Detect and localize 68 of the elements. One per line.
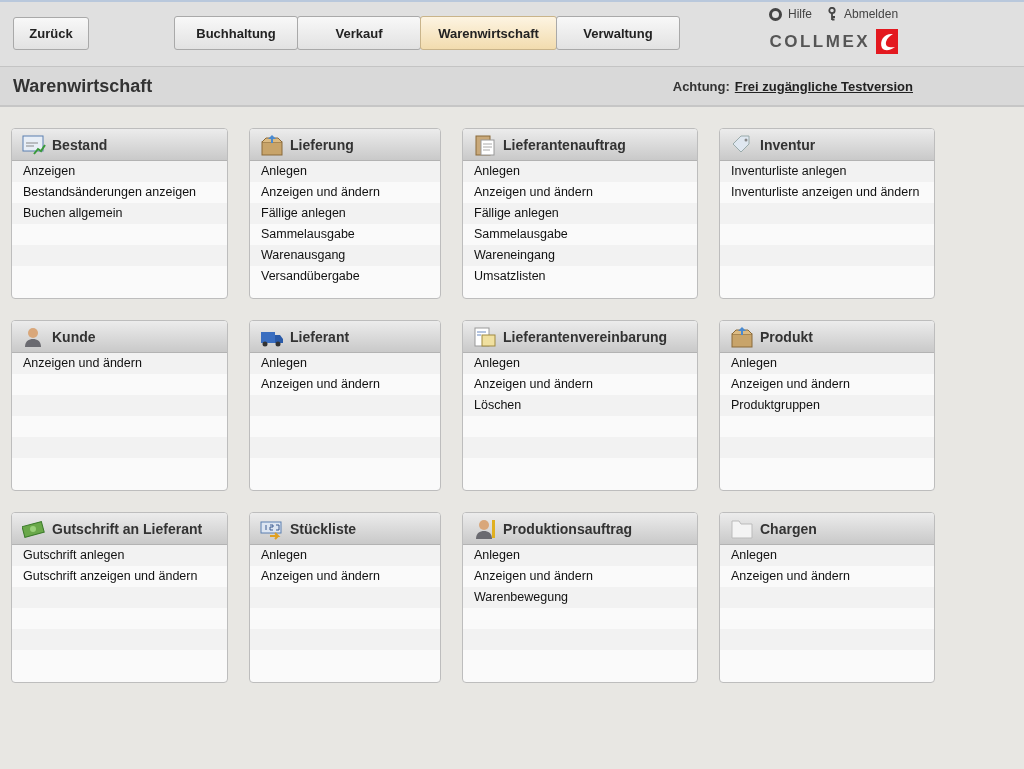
card-title: Stückliste	[290, 520, 357, 537]
chart-document-icon	[22, 133, 46, 156]
menu-link[interactable]: Löschen	[463, 395, 697, 416]
folder-icon	[730, 517, 754, 540]
menu-link[interactable]: Anlegen	[250, 353, 440, 374]
page-title: Warenwirtschaft	[13, 75, 153, 97]
testversion-link[interactable]: Frei zugängliche Testversion	[734, 78, 913, 94]
menu-link[interactable]: Versandübergabe	[250, 266, 440, 287]
card-title: Gutschrift an Lieferant	[52, 520, 203, 537]
menu-link[interactable]: Anzeigen und ändern	[250, 566, 440, 587]
menu-link[interactable]: Anlegen	[250, 545, 440, 566]
logout-link[interactable]: Abmelden	[828, 7, 899, 21]
menu-link[interactable]: Anzeigen und ändern	[720, 374, 934, 395]
card-title: Lieferant	[290, 328, 350, 345]
menu-link[interactable]: Produktgruppen	[720, 395, 934, 416]
menu-link[interactable]: Sammelausgabe	[463, 224, 697, 245]
menu-link[interactable]: Gutschrift anzeigen und ändern	[12, 566, 227, 587]
card-title: Chargen	[760, 520, 817, 537]
help-link[interactable]: Hilfe	[769, 7, 812, 21]
menu-link[interactable]: Anzeigen und ändern	[463, 374, 697, 395]
menu-link[interactable]: Anzeigen und ändern	[250, 374, 440, 395]
menu-link[interactable]: Anzeigen und ändern	[463, 182, 697, 203]
menu-link[interactable]: Anlegen	[463, 161, 697, 182]
menu-link[interactable]: Warenbewegung	[463, 587, 697, 608]
card-title: Lieferantenauftrag	[503, 136, 626, 153]
worker-icon	[473, 517, 497, 540]
box-icon	[260, 133, 284, 156]
lifebuoy-icon	[769, 7, 782, 21]
menu-link[interactable]: Anlegen	[250, 161, 440, 182]
clipboard-icon	[473, 133, 497, 156]
card-title: Produktionsauftrag	[503, 520, 633, 537]
menu-link[interactable]: Anlegen	[463, 545, 697, 566]
nav-tab[interactable]: Warenwirtschaft	[420, 16, 557, 50]
menu-link[interactable]: Anlegen	[463, 353, 697, 374]
menu-link[interactable]: Warenausgang	[250, 245, 440, 266]
card-title: Bestand	[52, 136, 108, 153]
menu-link[interactable]: Anlegen	[720, 545, 934, 566]
menu-link[interactable]: Anzeigen und ändern	[12, 353, 227, 374]
logo-icon	[876, 29, 899, 54]
menu-link[interactable]: Anzeigen	[12, 161, 227, 182]
menu-link[interactable]: Anzeigen und ändern	[250, 182, 440, 203]
menu-link[interactable]: Sammelausgabe	[250, 224, 440, 245]
menu-link[interactable]: Bestandsänderungen anzeigen	[12, 182, 227, 203]
box-icon	[730, 325, 754, 348]
nav-tab[interactable]: Verkauf	[297, 16, 421, 50]
menu-link[interactable]: Inventurliste anzeigen und ändern	[720, 182, 934, 203]
menu-link[interactable]: Inventurliste anlegen	[720, 161, 934, 182]
key-icon	[828, 7, 838, 21]
logo-text: COLLMEX	[769, 31, 871, 52]
menu-link[interactable]: Anlegen	[720, 353, 934, 374]
card-title: Lieferantenvereinbarung	[503, 328, 668, 345]
card-title: Inventur	[760, 136, 816, 153]
document-icon	[473, 325, 497, 348]
menu-link[interactable]: Fällige anlegen	[250, 203, 440, 224]
notice-label: Achtung:	[672, 78, 730, 94]
back-button[interactable]: Zurück	[13, 17, 89, 50]
menu-link[interactable]: Fällige anlegen	[463, 203, 697, 224]
card-title: Produkt	[760, 328, 813, 345]
menu-link[interactable]: Anzeigen und ändern	[720, 566, 934, 587]
card-title: Kunde	[52, 328, 96, 345]
menu-link[interactable]: Buchen allgemein	[12, 203, 227, 224]
nav-tab[interactable]: Buchhaltung	[174, 16, 298, 50]
menu-link[interactable]: Wareneingang	[463, 245, 697, 266]
menu-link[interactable]: Anzeigen und ändern	[463, 566, 697, 587]
card-title: Lieferung	[290, 136, 354, 153]
nav-tab[interactable]: Verwaltung	[556, 16, 680, 50]
menu-link[interactable]: Gutschrift anlegen	[12, 545, 227, 566]
menu-link[interactable]: Umsatzlisten	[463, 266, 697, 287]
